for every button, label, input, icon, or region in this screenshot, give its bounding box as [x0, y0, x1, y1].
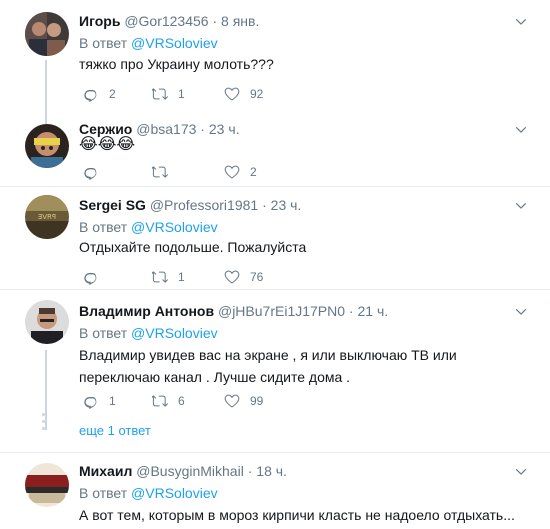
reply-count: 2 — [109, 87, 116, 101]
like-icon — [224, 86, 240, 102]
author-handle[interactable]: @jHBu7rEi1J17PN0 — [218, 303, 345, 319]
retweet-icon — [152, 86, 168, 102]
reply-mention[interactable]: @VRSoloviev — [131, 219, 218, 235]
separator-dot: · — [247, 463, 253, 479]
tweet-text: Владимир увидев вас на экране , я или вы… — [79, 347, 457, 385]
reply-button[interactable] — [83, 162, 109, 182]
retweet-button[interactable] — [152, 162, 178, 182]
avatar[interactable] — [25, 463, 69, 507]
reply-icon — [83, 164, 99, 180]
timestamp[interactable]: 18 ч. — [256, 463, 287, 479]
chevron-down-icon[interactable] — [514, 199, 528, 213]
like-button[interactable]: 2 — [224, 162, 257, 182]
avatar[interactable] — [25, 300, 69, 344]
tweet-actions: 1 6 99 — [79, 391, 379, 411]
reply-context: В ответ @VRSoloviev — [79, 484, 218, 502]
tweet-header: Владимир Антонов @jHBu7rEi1J17PN0 · 21 ч… — [79, 302, 388, 320]
tweet-text: Отдыхайте подольше. Пожалуйста — [79, 239, 307, 255]
retweet-icon — [152, 393, 168, 409]
timestamp[interactable]: 8 янв. — [221, 13, 259, 29]
avatar[interactable] — [25, 124, 69, 168]
like-count: 92 — [250, 87, 264, 101]
reply-count: 1 — [109, 394, 116, 408]
tweet-1[interactable]: Игорь @Gor123456 · 8 янв. В ответ @VRSol… — [0, 0, 550, 112]
like-icon — [224, 164, 240, 180]
avatar[interactable] — [25, 12, 69, 56]
retweet-button[interactable]: 1 — [152, 84, 185, 104]
retweet-count: 1 — [178, 87, 185, 101]
author-handle[interactable]: @Professori1981 — [150, 197, 258, 213]
tweet-header: Михаил @BusyginMikhail · 18 ч. — [79, 462, 287, 480]
reply-icon — [83, 393, 99, 409]
like-button[interactable]: 92 — [224, 84, 263, 104]
author-handle[interactable]: @Gor123456 — [124, 13, 208, 29]
retweet-icon — [152, 164, 168, 180]
author-name[interactable]: Sergei SG — [79, 197, 146, 213]
tweet-5[interactable]: Михаил @BusyginMikhail · 18 ч. В ответ @… — [0, 453, 550, 529]
retweet-count: 1 — [178, 270, 185, 284]
reply-prefix: В ответ — [79, 485, 132, 501]
reply-context: В ответ @VRSoloviev — [79, 324, 218, 342]
separator-dot: · — [348, 303, 354, 319]
separator-dot: · — [212, 13, 218, 29]
tweet-actions: 2 1 92 — [79, 84, 379, 104]
chevron-down-icon[interactable] — [514, 305, 528, 319]
retweet-count: 6 — [178, 394, 185, 408]
timestamp[interactable]: 23 ч. — [271, 197, 302, 213]
tweet-text: 😂😂😂 — [79, 136, 136, 153]
reply-button[interactable] — [83, 267, 109, 287]
like-button[interactable]: 99 — [224, 391, 263, 411]
tweet-header: Sergei SG @Professori1981 · 23 ч. — [79, 196, 301, 214]
reply-icon — [83, 86, 99, 102]
author-handle[interactable]: @BusyginMikhail — [136, 463, 244, 479]
like-button[interactable]: 76 — [224, 267, 263, 287]
chevron-down-icon[interactable] — [514, 15, 528, 29]
tweet-text: А вот тем, которым в мороз кирпичи класт… — [79, 507, 515, 523]
like-count: 76 — [250, 270, 264, 284]
like-icon — [224, 269, 240, 285]
reply-prefix: В ответ — [79, 35, 132, 51]
reply-button[interactable]: 1 — [83, 391, 116, 411]
avatar[interactable]: ƎVRꟼ — [25, 195, 69, 239]
author-name[interactable]: Владимир Антонов — [79, 303, 214, 319]
author-name[interactable]: Михаил — [79, 463, 132, 479]
retweet-button[interactable]: 1 — [152, 267, 185, 287]
chevron-down-icon[interactable] — [514, 465, 528, 479]
tweet-4[interactable]: Владимир Антонов @jHBu7rEi1J17PN0 · 21 ч… — [0, 290, 550, 450]
svg-text:ƎVRꟼ: ƎVRꟼ — [38, 213, 56, 221]
tweet-actions: 2 — [79, 162, 379, 182]
tweet-2[interactable]: Сержио @bsa173 · 23 ч. 😂😂😂 2 — [0, 112, 550, 184]
like-count: 2 — [250, 165, 257, 179]
reply-button[interactable]: 2 — [83, 84, 116, 104]
reply-icon — [83, 269, 99, 285]
reply-mention[interactable]: @VRSoloviev — [131, 485, 218, 501]
reply-prefix: В ответ — [79, 325, 132, 341]
reply-mention[interactable]: @VRSoloviev — [131, 35, 218, 51]
thread-line — [45, 112, 47, 124]
like-icon — [224, 393, 240, 409]
like-count: 99 — [250, 394, 264, 408]
separator-dot: · — [262, 197, 267, 213]
thread-line — [45, 60, 47, 112]
tweet-3[interactable]: ƎVRꟼ Sergei SG @Professori1981 · 23 ч. В… — [0, 187, 550, 287]
retweet-button[interactable]: 6 — [152, 391, 185, 411]
show-more-replies-link[interactable]: еще 1 ответ — [79, 423, 151, 438]
tweet-text: тяжко про Украину молоть??? — [79, 56, 274, 72]
tweet-actions: 1 76 — [79, 267, 379, 287]
author-name[interactable]: Игорь — [79, 13, 120, 29]
reply-context: В ответ @VRSoloviev — [79, 218, 218, 236]
retweet-icon — [152, 269, 168, 285]
tweet-header: Игорь @Gor123456 · 8 янв. — [79, 12, 259, 30]
reply-prefix: В ответ — [79, 219, 132, 235]
timestamp[interactable]: 21 ч. — [357, 303, 388, 319]
reply-context: В ответ @VRSoloviev — [79, 34, 218, 52]
thread-dots — [42, 413, 46, 434]
reply-mention[interactable]: @VRSoloviev — [131, 325, 218, 341]
